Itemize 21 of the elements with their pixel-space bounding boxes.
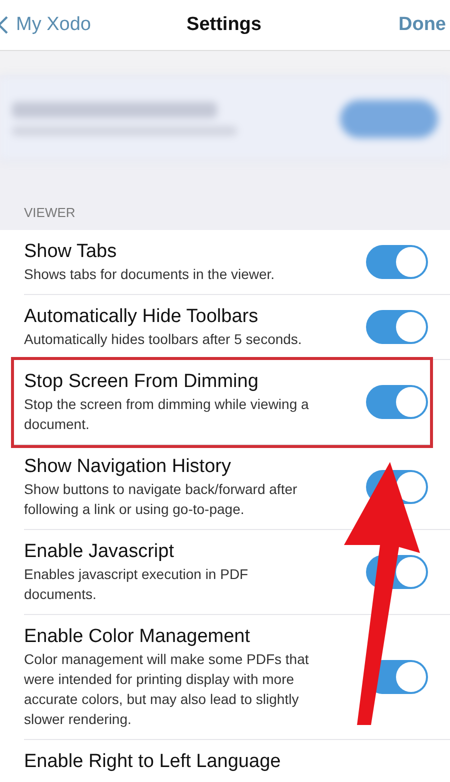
toggle-switch[interactable]: [366, 385, 428, 419]
setting-title: Show Navigation History: [24, 455, 232, 479]
screen-title: Settings: [186, 14, 262, 36]
done-button[interactable]: Done: [396, 14, 448, 36]
setting-title: Show Tabs: [24, 240, 118, 264]
setting-description: Stop the screen from dimming while viewing a document.: [24, 395, 310, 434]
toggle-switch[interactable]: [366, 245, 428, 279]
back-button[interactable]: My Xodo: [0, 14, 91, 36]
setting-title: Enable Right to Left Language: [24, 750, 282, 774]
setting-title: Stop Screen From Dimming: [24, 370, 260, 394]
setting-title: Automatically Hide Toolbars: [24, 305, 260, 329]
setting-title: Enable Javascript: [24, 540, 175, 564]
toggle-switch[interactable]: [366, 310, 428, 344]
setting-description: Shows tabs for documents in the viewer.: [24, 265, 276, 284]
setting-description: Show buttons to navigate back/forward after following a link or using go-to-page.: [24, 480, 298, 519]
setting-description: Automatically hides toolbars after 5 seconds.: [24, 330, 303, 349]
section-header: VIEWER: [23, 204, 76, 222]
setting-description: Color management will make some PDFs that were intended for printing display with more accurate colors, but may also lead to slightly slower rendering.: [24, 650, 310, 729]
chevron-icon: [0, 16, 8, 34]
setting-description: Enables javascript execution in PDF documents.: [24, 565, 250, 604]
setting-title: Enable Color Management: [24, 625, 252, 649]
